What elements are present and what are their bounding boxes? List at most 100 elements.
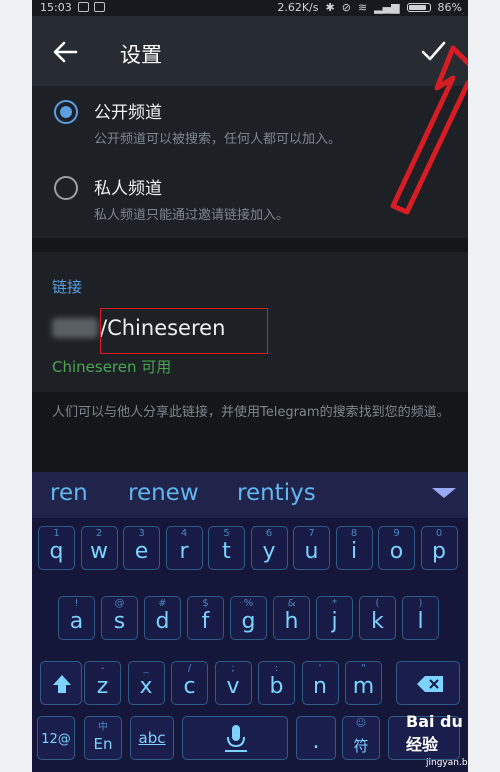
numbers-key[interactable]: 12@ bbox=[37, 716, 75, 760]
period-key[interactable]: . bbox=[296, 716, 336, 760]
key-hint: 8 bbox=[350, 528, 358, 539]
key-a[interactable]: ! a bbox=[58, 596, 95, 640]
battery-icon bbox=[406, 3, 431, 12]
key-hint: _ bbox=[143, 663, 149, 674]
battery-percent: 86% bbox=[437, 1, 462, 14]
key-e[interactable]: 3e bbox=[123, 526, 160, 570]
annotation-arrow bbox=[390, 45, 468, 215]
key-hint: ! bbox=[74, 598, 79, 609]
numbers-key-label: 12@ bbox=[41, 732, 71, 747]
status-time: 15:03 bbox=[40, 1, 72, 14]
key-hint: 9 bbox=[393, 528, 400, 539]
symbols-key-label: 符 bbox=[353, 737, 369, 755]
key-y[interactable]: 6y bbox=[250, 526, 288, 570]
key-hint: 0 bbox=[435, 528, 443, 539]
key-label: t bbox=[222, 539, 231, 564]
key-label: p bbox=[432, 539, 446, 564]
key-label: s bbox=[113, 609, 126, 634]
key-label: e bbox=[134, 539, 149, 564]
key-b[interactable]: :b bbox=[258, 661, 295, 705]
key-hint: 5 bbox=[223, 528, 230, 539]
key-label: b bbox=[269, 674, 284, 699]
key-j[interactable]: * j bbox=[316, 596, 353, 640]
key-h[interactable]: & h bbox=[273, 596, 310, 640]
abc-key[interactable]: abc bbox=[130, 716, 174, 760]
bluetooth-icon: ✱ bbox=[325, 1, 335, 14]
public-channel-title: 公开频道 bbox=[94, 103, 162, 123]
key-i[interactable]: 8i bbox=[335, 526, 373, 570]
symbols-key[interactable]: ☺ 符 bbox=[342, 716, 380, 760]
key-hint: 2 bbox=[95, 528, 103, 539]
symbols-key-hint: ☺ bbox=[355, 718, 367, 729]
key-p[interactable]: 0p bbox=[420, 526, 458, 570]
status-bar: 15:03 2.62K/s ✱ ⊘ ≋ ▂▄▆ 86% bbox=[32, 0, 468, 16]
key-label: h bbox=[284, 609, 299, 634]
backspace-icon bbox=[417, 676, 443, 692]
key-f[interactable]: $ f bbox=[187, 596, 224, 640]
private-channel-description: 私人频道只能通过邀请链接加入。 bbox=[94, 208, 290, 223]
key-label: d bbox=[155, 609, 170, 634]
key-label: i bbox=[350, 539, 358, 564]
key-m[interactable]: " m bbox=[345, 661, 382, 705]
key-label: x bbox=[139, 674, 153, 699]
key-q[interactable]: 1q bbox=[38, 526, 75, 570]
key-n[interactable]: ' n bbox=[301, 661, 339, 705]
keyboard-suggestions: ren renew rentiys bbox=[32, 472, 468, 518]
key-k[interactable]: (k bbox=[359, 596, 396, 640]
back-arrow-icon[interactable] bbox=[52, 39, 78, 65]
section-divider bbox=[32, 238, 468, 252]
key-c[interactable]: / c bbox=[171, 661, 208, 705]
key-t[interactable]: 5t bbox=[208, 526, 245, 570]
key-hint: 7 bbox=[308, 528, 315, 539]
key-x[interactable]: _ x bbox=[127, 661, 165, 705]
backspace-key[interactable] bbox=[396, 661, 460, 705]
key-d[interactable]: # d bbox=[144, 596, 181, 640]
key-label: n bbox=[313, 674, 327, 699]
public-channel-radio[interactable] bbox=[54, 100, 78, 124]
suggestion-3[interactable]: rentiys bbox=[237, 480, 316, 506]
key-v[interactable]: ; v bbox=[214, 661, 252, 705]
key-hint: : bbox=[274, 663, 279, 674]
key-label: c bbox=[183, 674, 196, 699]
key-label: v bbox=[226, 674, 240, 699]
collapse-keyboard-icon[interactable] bbox=[432, 488, 456, 498]
key-label: r bbox=[179, 539, 189, 564]
key-label: m bbox=[352, 674, 375, 699]
key-l[interactable]: ) l bbox=[402, 596, 439, 640]
key-o[interactable]: 9o bbox=[378, 526, 415, 570]
key-hint: ' bbox=[318, 663, 322, 674]
key-hint: % bbox=[243, 598, 254, 609]
key-hint: * bbox=[332, 598, 337, 609]
page-title: 设置 bbox=[120, 43, 162, 67]
link-section: 链接 /Chineseren Chineseren 可用 bbox=[32, 252, 468, 392]
key-hint: ( bbox=[375, 598, 380, 609]
key-label: u bbox=[304, 539, 319, 564]
key-u[interactable]: 7u bbox=[293, 526, 330, 570]
abc-key-label: abc bbox=[138, 729, 166, 747]
key-hint: 1 bbox=[53, 528, 60, 539]
key-r[interactable]: 4r bbox=[165, 526, 203, 570]
key-hint: # bbox=[158, 598, 167, 609]
key-z[interactable]: -z bbox=[84, 661, 121, 705]
shift-key[interactable] bbox=[40, 661, 82, 705]
key-hint: $ bbox=[202, 598, 209, 609]
signal-icon: ▂▄▆ bbox=[374, 1, 400, 14]
space-key[interactable] bbox=[182, 716, 288, 760]
key-w[interactable]: 2w bbox=[80, 526, 118, 570]
app-notification-icon bbox=[94, 2, 105, 12]
key-label: o bbox=[389, 539, 404, 564]
suggestion-2[interactable]: renew bbox=[128, 480, 199, 506]
notification-icon bbox=[78, 2, 89, 12]
key-g[interactable]: % g bbox=[230, 596, 267, 640]
private-channel-radio[interactable] bbox=[54, 176, 78, 200]
key-label: k bbox=[371, 609, 384, 634]
key-s[interactable]: @ s bbox=[101, 596, 138, 640]
link-info-text: 人们可以与他人分享此链接，并使用Telegram的搜索找到您的频道。 bbox=[52, 405, 450, 420]
key-hint: @ bbox=[114, 598, 125, 609]
watermark-logo: Bai du 经验 bbox=[406, 712, 463, 754]
language-key[interactable]: 中 En bbox=[84, 716, 122, 760]
suggestion-1[interactable]: ren bbox=[50, 480, 88, 506]
key-hint: 3 bbox=[138, 528, 145, 539]
alarm-icon: ⊘ bbox=[341, 1, 351, 14]
key-hint: ; bbox=[231, 663, 235, 674]
